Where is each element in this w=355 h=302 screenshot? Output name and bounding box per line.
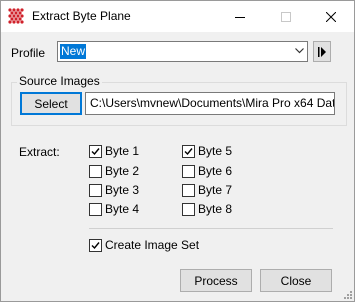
chevron-down-icon xyxy=(295,48,304,54)
checkmark-icon xyxy=(184,147,193,155)
maximize-icon xyxy=(281,11,291,22)
byte-6-checkbox[interactable]: Byte 6 xyxy=(182,163,232,179)
resize-grip-icon[interactable] xyxy=(342,289,352,299)
create-image-set-label: Create Image Set xyxy=(105,238,200,252)
byte-1-checkbox[interactable]: Byte 1 xyxy=(89,143,139,159)
dialog-window: Extract Byte Plane Profile New Source Im… xyxy=(0,0,355,302)
close-icon xyxy=(326,11,336,22)
divider xyxy=(89,228,333,229)
source-images-title: Source Images xyxy=(17,74,102,88)
title-bar[interactable]: Extract Byte Plane xyxy=(1,1,354,32)
byte-2-label: Byte 2 xyxy=(105,164,140,178)
byte-5-label: Byte 5 xyxy=(198,144,233,158)
maximize-button[interactable] xyxy=(263,1,309,32)
checkbox-box xyxy=(89,183,102,197)
window-title: Extract Byte Plane xyxy=(32,9,131,23)
byte-8-label: Byte 8 xyxy=(198,202,233,216)
checkmark-icon xyxy=(91,241,100,249)
process-button[interactable]: Process xyxy=(180,269,252,292)
checkmark-icon xyxy=(91,147,100,155)
byte-3-checkbox[interactable]: Byte 3 xyxy=(89,182,139,198)
byte-3-label: Byte 3 xyxy=(105,183,140,197)
create-image-set-checkbox[interactable]: Create Image Set xyxy=(89,237,199,253)
checkbox-box xyxy=(182,164,195,178)
profile-next-button[interactable] xyxy=(313,41,331,62)
byte-4-label: Byte 4 xyxy=(105,202,140,216)
profile-combobox[interactable]: New xyxy=(57,41,308,62)
app-icon xyxy=(8,8,24,24)
byte-4-checkbox[interactable]: Byte 4 xyxy=(89,201,139,217)
select-button[interactable]: Select xyxy=(20,92,82,115)
checkbox-box xyxy=(89,144,102,158)
byte-2-checkbox[interactable]: Byte 2 xyxy=(89,163,139,179)
byte-5-checkbox[interactable]: Byte 5 xyxy=(182,143,232,159)
checkbox-box xyxy=(89,164,102,178)
checkbox-box xyxy=(89,202,102,216)
checkbox-box xyxy=(182,144,195,158)
byte-8-checkbox[interactable]: Byte 8 xyxy=(182,201,232,217)
source-path-field[interactable]: C:\Users\mvnew\Documents\Mira Pro x64 Da… xyxy=(85,92,335,115)
byte-6-label: Byte 6 xyxy=(198,164,233,178)
profile-label: Profile xyxy=(11,46,46,60)
checkbox-box xyxy=(182,202,195,216)
byte-7-checkbox[interactable]: Byte 7 xyxy=(182,182,232,198)
close-button[interactable]: Close xyxy=(260,269,332,292)
minimize-icon xyxy=(235,16,245,18)
byte-7-label: Byte 7 xyxy=(198,183,233,197)
byte-1-label: Byte 1 xyxy=(105,144,140,158)
checkbox-box xyxy=(89,238,102,252)
close-window-button[interactable] xyxy=(308,1,354,32)
checkbox-box xyxy=(182,183,195,197)
extract-label: Extract: xyxy=(19,145,60,159)
profile-value: New xyxy=(60,44,87,59)
play-next-icon xyxy=(318,46,326,57)
minimize-button[interactable] xyxy=(217,1,263,32)
